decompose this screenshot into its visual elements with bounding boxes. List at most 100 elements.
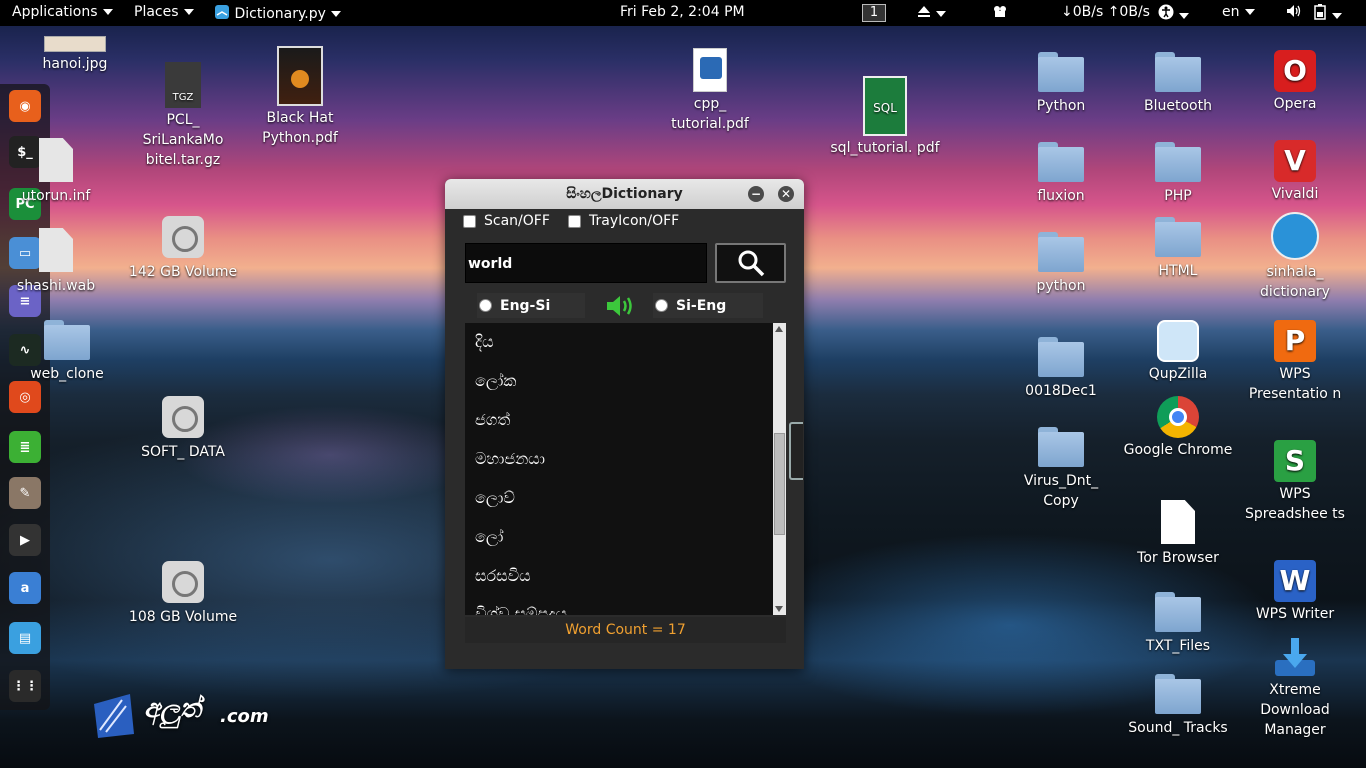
network-speed: ↓0B/s ↑0B/s: [1061, 4, 1150, 20]
desktop-icon-php[interactable]: PHP: [1123, 142, 1233, 206]
places-menu[interactable]: Places: [134, 4, 194, 20]
language-menu[interactable]: en: [1222, 4, 1255, 20]
desktop-icon-opera[interactable]: O Opera: [1240, 50, 1350, 114]
scan-checkbox[interactable]: Scan/OFF: [463, 213, 550, 229]
minimize-button[interactable]: −: [748, 186, 764, 202]
dock-app-grid-icon[interactable]: ⋮⋮: [9, 670, 41, 702]
drive-icon: [162, 396, 204, 438]
desktop-icon-bluetooth[interactable]: Bluetooth: [1123, 52, 1233, 116]
desktop-icon-142gb-volume[interactable]: 142 GB Volume: [128, 216, 238, 282]
result-item[interactable]: සරසවිය: [475, 565, 531, 587]
speaker-icon[interactable]: [605, 293, 637, 323]
dock-amazon-icon[interactable]: a: [9, 572, 41, 604]
desktop-icon-python-lower[interactable]: python: [1006, 232, 1116, 296]
desktop-icon-label: Xtreme Download Manager: [1260, 682, 1330, 738]
battery-icon[interactable]: [1313, 4, 1342, 24]
desktop-icon-virus-dnt-copy[interactable]: Virus_Dnt_ Copy: [1006, 427, 1116, 511]
desktop-icon-wps-presentation[interactable]: P WPS Presentatio n: [1240, 320, 1350, 404]
dock-gimp-icon[interactable]: ✎: [9, 477, 41, 509]
desktop-icon-pcl-archive[interactable]: TGZ PCL_ SriLankaMo bitel.tar.gz: [128, 62, 238, 170]
desktop-icon-autorun[interactable]: utorun.inf: [6, 138, 106, 206]
window-titlebar[interactable]: සිංහලDictionary − ✕: [445, 179, 804, 209]
dock-notes-icon[interactable]: ≣: [9, 431, 41, 463]
desktop-icon-label: PHP: [1164, 188, 1192, 204]
folder-icon: [1038, 232, 1084, 272]
scroll-up-arrow-icon[interactable]: [775, 326, 783, 332]
result-item[interactable]: ලොව්: [475, 487, 515, 509]
desktop-icon-soft-data[interactable]: SOFT_ DATA: [128, 396, 238, 462]
result-item[interactable]: දිය: [475, 331, 494, 353]
scan-checkbox-box[interactable]: [463, 214, 476, 228]
locked-folder-icon: [44, 320, 90, 360]
trayicon-checkbox[interactable]: TrayIcon/OFF: [568, 213, 679, 229]
dictionary-app-icon: [214, 4, 230, 24]
document-icon: [1161, 500, 1195, 544]
desktop-icon-black-hat-python[interactable]: Black Hat Python.pdf: [245, 46, 355, 148]
desktop-icon-vivaldi[interactable]: V Vivaldi: [1240, 140, 1350, 204]
trayicon-checkbox-box[interactable]: [568, 214, 581, 228]
dock-video-icon[interactable]: ▶: [9, 524, 41, 556]
result-item[interactable]: මහාජනයා: [475, 448, 545, 470]
desktop-icon-html[interactable]: HTML: [1123, 217, 1233, 281]
desktop-icon-label: WPS Writer: [1255, 606, 1335, 622]
results-list[interactable]: දිය ලෝක ජගත් මහාජනයා ලොව් ලෝ සරසවිය විශ්…: [465, 323, 786, 615]
result-item[interactable]: ලෝ: [475, 526, 503, 548]
wps-writer-icon: W: [1274, 560, 1316, 602]
trayicon-checkbox-label: TrayIcon/OFF: [589, 213, 680, 229]
desktop-icon-cpp-tutorial[interactable]: cpp_ tutorial.pdf: [655, 48, 765, 134]
eng-si-radio[interactable]: Eng-Si: [477, 293, 585, 318]
workspace-indicator[interactable]: 1: [862, 4, 886, 22]
desktop-icon-sound-tracks[interactable]: Sound_ Tracks: [1123, 674, 1233, 738]
close-icon: ✕: [780, 187, 792, 201]
dictionary-window: සිංහලDictionary − ✕ Scan/OFF TrayIcon/OF…: [445, 179, 804, 669]
desktop-icon-web-clone[interactable]: web_clone: [12, 320, 122, 384]
scrollbar-thumb[interactable]: [774, 433, 785, 535]
results-scrollbar[interactable]: [773, 323, 786, 615]
aluth-logo: අලුත් .com: [92, 690, 272, 738]
desktop-icon-txt-files[interactable]: TXT_Files: [1123, 592, 1233, 656]
desktop-icon-0018dec1[interactable]: 0018Dec1: [1006, 337, 1116, 401]
desktop-icon-wps-spreadsheets[interactable]: S WPS Spreadshee ts: [1240, 440, 1350, 524]
side-handle[interactable]: [789, 422, 803, 480]
minimize-icon: −: [750, 187, 762, 201]
eject-icon[interactable]: [917, 4, 946, 22]
applications-menu[interactable]: Applications: [12, 4, 113, 20]
close-button[interactable]: ✕: [778, 186, 794, 202]
desktop-icon-108gb-volume[interactable]: 108 GB Volume: [128, 561, 238, 627]
desktop-icon-google-chrome[interactable]: Google Chrome: [1123, 396, 1233, 460]
desktop-icon-label: 108 GB Volume: [128, 609, 238, 625]
desktop-icon-hanoi[interactable]: hanoi.jpg: [20, 36, 130, 74]
app-menu[interactable]: Dictionary.py: [214, 4, 341, 24]
desktop-icon-shashi-wab[interactable]: shashi.wab: [6, 228, 106, 296]
desktop-icon-label: QupZilla: [1148, 366, 1208, 382]
desktop-icon-python-folder[interactable]: Python: [1006, 52, 1116, 116]
clock[interactable]: Fri Feb 2, 2:04 PM: [620, 4, 745, 20]
desktop-icon-label: PCL_ SriLankaMo bitel.tar.gz: [142, 112, 224, 168]
search-button[interactable]: [715, 243, 786, 283]
desktop-icon-fluxion[interactable]: fluxion: [1006, 142, 1116, 206]
desktop-icon-qupzilla[interactable]: QupZilla: [1123, 320, 1233, 384]
si-eng-radio-dot[interactable]: [655, 299, 668, 312]
accessibility-icon[interactable]: [1158, 4, 1189, 24]
video-camera-icon[interactable]: [992, 4, 1010, 22]
result-item[interactable]: විශ්ව සම්ප්‍රදාය: [475, 603, 567, 615]
result-item[interactable]: ජගත්: [475, 409, 510, 431]
si-eng-radio[interactable]: Si-Eng: [653, 293, 763, 318]
desktop-icon-sinhala-dictionary[interactable]: sinhala_ dictionary: [1240, 212, 1350, 302]
eng-si-radio-dot[interactable]: [479, 299, 492, 312]
chrome-icon: [1157, 396, 1199, 438]
desktop-icon-sql-tutorial[interactable]: SQL sql_tutorial. pdf: [830, 76, 940, 158]
desktop-icon-xtreme-download-manager[interactable]: Xtreme Download Manager: [1240, 636, 1350, 740]
desktop-icon-tor-browser[interactable]: Tor Browser: [1123, 500, 1233, 568]
desktop-icon-label: fluxion: [1037, 188, 1085, 204]
drive-icon: [162, 561, 204, 603]
desktop-icon-wps-writer[interactable]: W WPS Writer: [1240, 560, 1350, 624]
dock-firefox-icon[interactable]: ◉: [9, 90, 41, 122]
dock-dictionary-icon[interactable]: ▤: [9, 622, 41, 654]
dock-disc-icon[interactable]: ◎: [9, 381, 41, 413]
volume-icon[interactable]: [1286, 4, 1302, 22]
search-input[interactable]: world: [465, 243, 707, 283]
scroll-down-arrow-icon[interactable]: [775, 606, 783, 612]
desktop-icon-label: Bluetooth: [1144, 98, 1212, 114]
result-item[interactable]: ලෝක: [475, 370, 516, 392]
